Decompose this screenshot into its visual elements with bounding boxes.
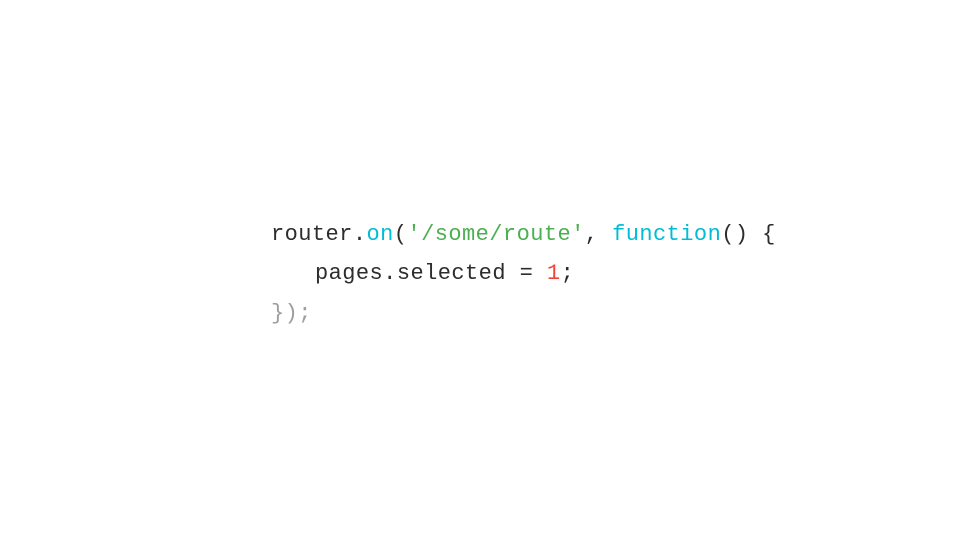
function-keyword: function [612, 214, 721, 254]
router-keyword: router [271, 214, 353, 254]
on-method: on [366, 214, 393, 254]
dot-1: . [353, 214, 367, 254]
code-line-1: router.on('/some/route', function() { [271, 214, 776, 254]
paren-open: ( [394, 214, 408, 254]
code-block: router.on('/some/route', function() { pa… [271, 214, 776, 333]
paren-args: () [721, 214, 748, 254]
number-value: 1 [547, 254, 561, 294]
code-line-2: pages.selected = 1; [271, 254, 776, 294]
space-eq: = [506, 254, 547, 294]
semicolon: ; [561, 254, 575, 294]
space-brace: { [749, 214, 776, 254]
pages-var: pages [315, 254, 383, 294]
route-string: '/some/route' [407, 214, 584, 254]
code-line-3: }); [271, 294, 776, 334]
dot-2: . [383, 254, 397, 294]
selected-prop: selected [397, 254, 506, 294]
close-bracket: }); [271, 294, 312, 334]
comma: , [585, 214, 612, 254]
